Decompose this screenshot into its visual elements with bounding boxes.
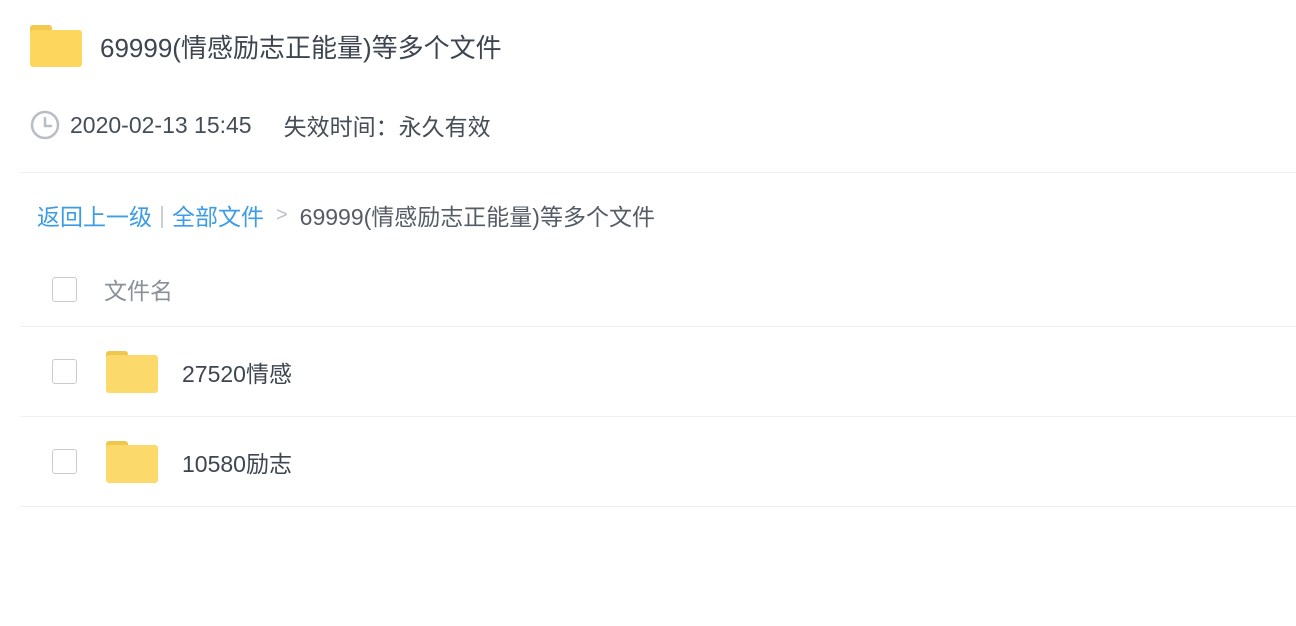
- all-files-link[interactable]: 全部文件: [172, 198, 264, 232]
- divider: [20, 172, 1296, 173]
- page-title: 69999(情感励志正能量)等多个文件: [100, 32, 502, 63]
- back-link[interactable]: 返回上一级: [37, 198, 152, 232]
- share-date: 2020-02-13 15:45: [70, 111, 252, 138]
- list-item[interactable]: 10580励志: [20, 417, 1296, 507]
- file-list: 文件名 27520情感 10580励志: [20, 252, 1296, 507]
- folder-icon: [30, 25, 82, 67]
- page-header: 69999(情感励志正能量)等多个文件: [30, 22, 502, 70]
- folder-icon: [106, 440, 158, 483]
- list-item[interactable]: 27520情感: [20, 327, 1296, 417]
- breadcrumb-arrow: >: [275, 203, 288, 226]
- breadcrumb-separator: |: [159, 201, 165, 228]
- file-name[interactable]: 27520情感: [182, 355, 292, 389]
- file-name[interactable]: 10580励志: [182, 445, 292, 479]
- item-checkbox[interactable]: [52, 359, 77, 384]
- folder-icon: [106, 350, 158, 393]
- item-checkbox[interactable]: [52, 449, 77, 474]
- breadcrumb-current: 69999(情感励志正能量)等多个文件: [299, 204, 655, 230]
- expiry-text: 失效时间：永久有效: [283, 114, 491, 140]
- share-page: 69999(情感励志正能量)等多个文件 2020-02-13 15:45 失效时…: [0, 0, 1296, 626]
- breadcrumb: 返回上一级 | 全部文件 > 69999(情感励志正能量)等多个文件: [37, 198, 655, 232]
- list-header-row: 文件名: [20, 252, 1296, 327]
- select-all-checkbox[interactable]: [52, 276, 77, 302]
- clock-icon: [30, 110, 60, 140]
- column-header-filename: 文件名: [104, 278, 173, 304]
- share-meta: 2020-02-13 15:45 失效时间：永久有效: [30, 108, 491, 142]
